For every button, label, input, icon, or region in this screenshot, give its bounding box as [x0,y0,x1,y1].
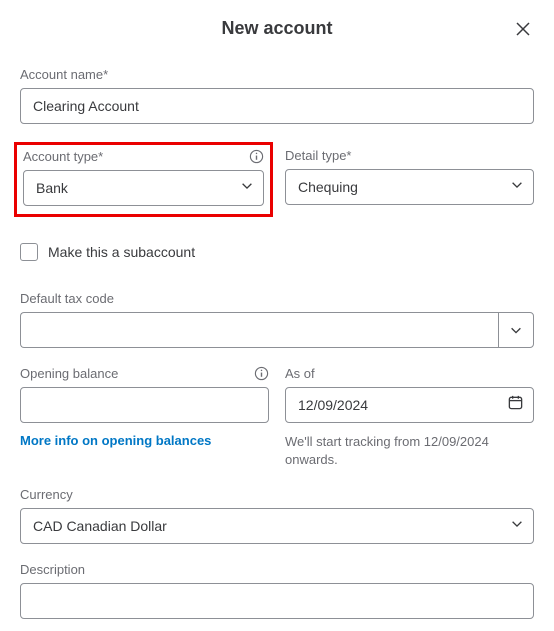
account-name-label: Account name* [20,67,534,82]
account-name-input[interactable] [20,88,534,124]
as-of-helper: We'll start tracking from 12/09/2024 onw… [285,433,534,469]
detail-type-label: Detail type* [285,148,534,163]
chevron-down-icon [509,323,523,337]
detail-type-select[interactable]: Chequing [285,169,534,205]
default-tax-toggle[interactable] [498,312,534,348]
default-tax-input[interactable] [20,312,498,348]
as-of-date-input[interactable]: 12/09/2024 [285,387,534,423]
account-type-select[interactable]: Bank [23,170,264,206]
currency-value: CAD Canadian Dollar [33,518,167,534]
calendar-icon[interactable] [507,394,524,416]
as-of-label: As of [285,366,534,381]
opening-balance-link[interactable]: More info on opening balances [20,433,211,448]
description-label: Description [20,562,534,577]
currency-label: Currency [20,487,534,502]
info-icon[interactable] [249,149,264,164]
description-input[interactable] [20,583,534,619]
default-tax-label: Default tax code [20,291,534,306]
subaccount-checkbox[interactable] [20,243,38,261]
currency-select[interactable]: CAD Canadian Dollar [20,508,534,544]
dialog-title: New account [221,18,332,39]
close-button[interactable] [512,18,534,40]
detail-type-value: Chequing [298,179,358,195]
opening-balance-label: Opening balance [20,366,118,381]
account-type-highlight: Account type* Bank [14,142,273,217]
as-of-value: 12/09/2024 [298,397,368,413]
account-type-value: Bank [36,180,68,196]
close-icon [515,21,531,37]
opening-balance-input[interactable] [20,387,269,423]
info-icon[interactable] [254,366,269,381]
subaccount-label: Make this a subaccount [48,244,195,260]
account-type-label: Account type* [23,149,103,164]
